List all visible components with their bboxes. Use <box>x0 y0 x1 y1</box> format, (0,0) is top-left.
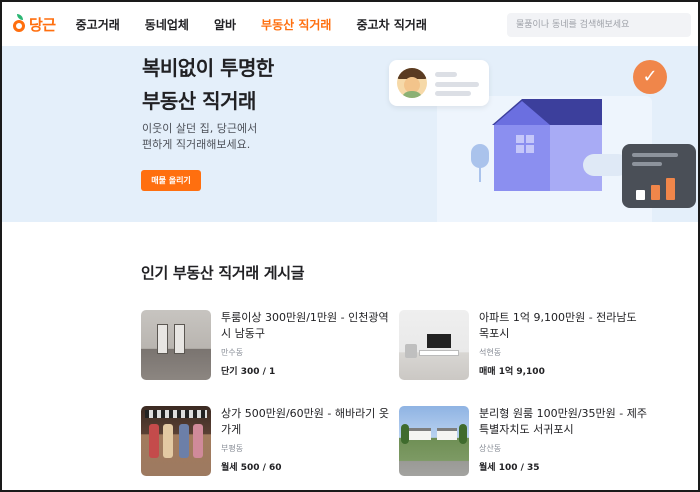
hero-description: 이웃이 살던 집, 당근에서 편하게 직거래해보세요. <box>142 121 257 153</box>
hero-banner: 복비없이 투명한 부동산 직거래 이웃이 살던 집, 당근에서 편하게 직거래해… <box>2 46 698 222</box>
hero-description-line: 이웃이 살던 집, 당근에서 <box>142 122 258 135</box>
page-frame: 당근 중고거래 동네업체 알바 부동산 직거래 중고차 직거래 복비없이 투명한… <box>0 0 700 492</box>
hero-description-line: 편하게 직거래해보세요. <box>142 138 251 151</box>
hero-title-line: 부동산 직거래 <box>142 89 256 113</box>
nav-item-used-cars[interactable]: 중고차 직거래 <box>356 16 426 33</box>
listing-region: 만수동 <box>221 348 244 357</box>
nav-item-local-business[interactable]: 동네업체 <box>145 16 189 33</box>
nav-item-real-estate[interactable]: 부동산 직거래 <box>261 16 331 33</box>
listing-card[interactable]: 아파트 1억 9,100만원 - 전라남도 목포시 석현동 매매 1억 9,10… <box>399 310 659 384</box>
nav-item-jobs[interactable]: 알바 <box>214 16 236 33</box>
top-navigation-bar: 당근 중고거래 동네업체 알바 부동산 직거래 중고차 직거래 <box>2 2 698 46</box>
listing-price: 매매 1억 9,100 <box>479 367 545 377</box>
avatar <box>397 68 427 98</box>
listing-region: 부평동 <box>221 444 244 453</box>
search-input[interactable] <box>507 13 691 37</box>
listing-title: 투룸이상 300만원/1만원 - 인천광역시 남동구 <box>221 311 389 340</box>
listing-thumbnail <box>399 406 469 476</box>
listing-card[interactable]: 투룸이상 300만원/1만원 - 인천광역시 남동구 만수동 단기 300 / … <box>141 310 401 384</box>
listing-title: 상가 500만원/60만원 - 해바라기 옷가게 <box>221 407 389 436</box>
logo-text: 당근 <box>29 15 56 34</box>
listing-thumbnail <box>399 310 469 380</box>
hero-title-line: 복비없이 투명한 <box>142 56 274 80</box>
listing-price: 월세 500 / 60 <box>221 463 282 473</box>
listing-title: 아파트 1억 9,100만원 - 전라남도 목포시 <box>479 311 637 340</box>
house-icon <box>492 99 602 191</box>
main-nav: 중고거래 동네업체 알바 부동산 직거래 중고차 직거래 <box>76 16 452 33</box>
check-icon: ✓ <box>633 60 667 94</box>
logo[interactable]: 당근 <box>12 14 56 35</box>
listing-region: 상산동 <box>479 444 502 453</box>
section-title: 인기 부동산 직거래 게시글 <box>141 264 305 282</box>
listing-price: 단기 300 / 1 <box>221 367 276 377</box>
listing-thumbnail <box>141 406 211 476</box>
nav-item-used-trade[interactable]: 중고거래 <box>76 16 120 33</box>
listing-card[interactable]: 분리형 원룸 100만원/35만원 - 제주특별자치도 서귀포시 상산동 월세 … <box>399 406 659 480</box>
profile-card-illustration <box>389 60 489 106</box>
post-listing-button[interactable]: 매물 올리기 <box>141 170 201 191</box>
listing-title: 분리형 원룸 100만원/35만원 - 제주특별자치도 서귀포시 <box>479 407 647 436</box>
bar-chart-icon <box>622 144 696 208</box>
listing-card[interactable]: 상가 500만원/60만원 - 해바라기 옷가게 부평동 월세 500 / 60 <box>141 406 401 480</box>
tree-trunk <box>479 164 481 182</box>
hero-title: 복비없이 투명한 부동산 직거래 <box>142 52 274 118</box>
listing-region: 석현동 <box>479 348 502 357</box>
listing-price: 월세 100 / 35 <box>479 463 540 473</box>
listing-thumbnail <box>141 310 211 380</box>
carrot-logo-icon <box>12 14 26 34</box>
